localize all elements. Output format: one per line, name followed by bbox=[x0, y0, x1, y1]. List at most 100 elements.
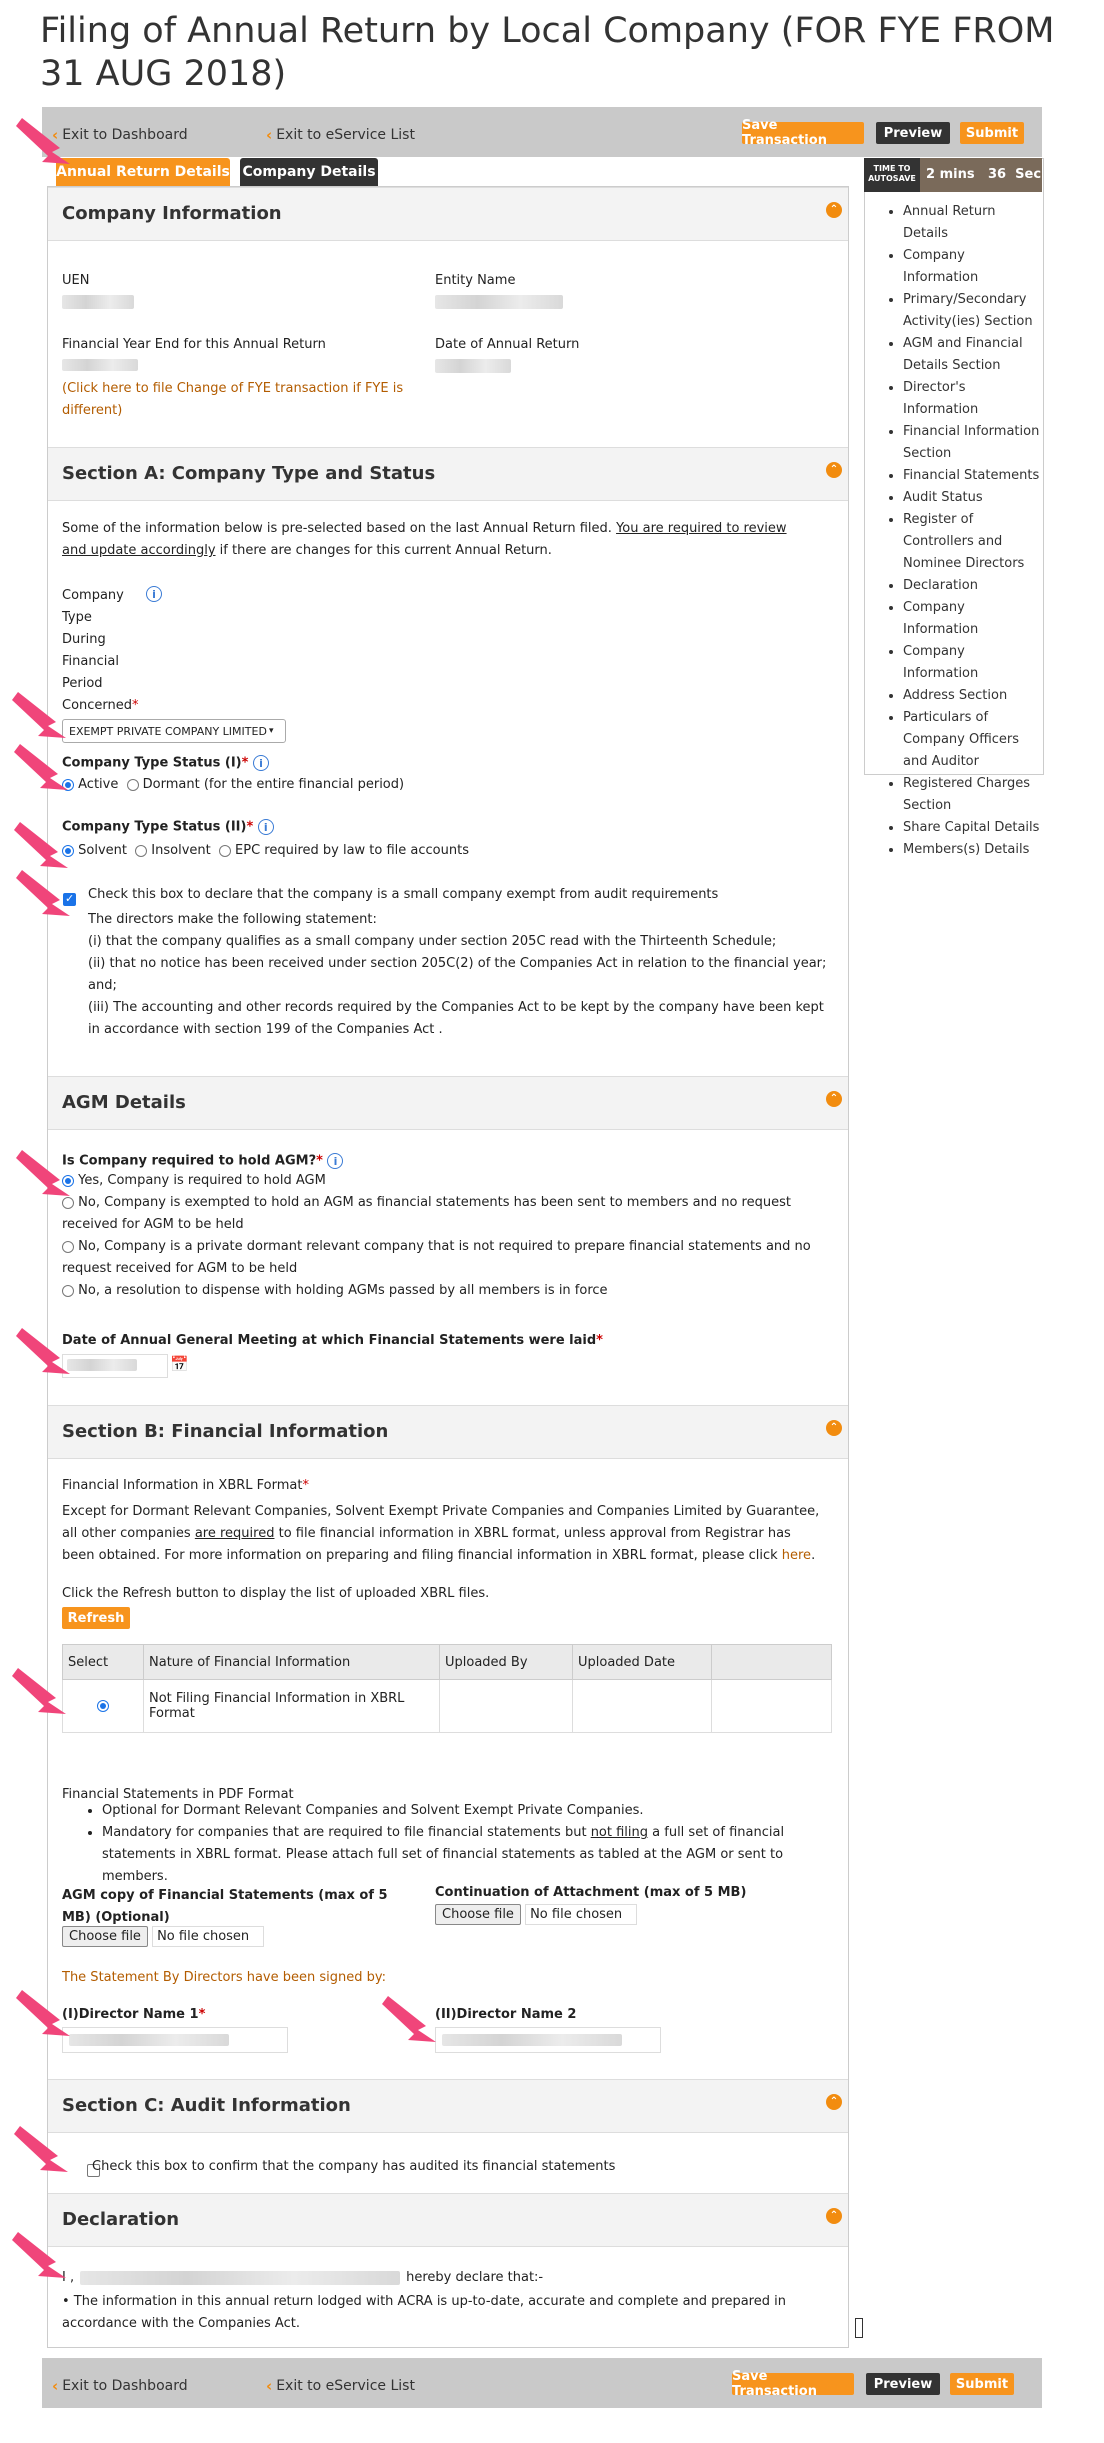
nav-item[interactable]: Share Capital Details bbox=[903, 817, 1043, 839]
collapse-icon[interactable]: ⌃ bbox=[826, 1091, 842, 1107]
xbrl-select-radio[interactable] bbox=[97, 1700, 109, 1712]
nav-item[interactable]: Annual Return Details bbox=[903, 201, 1043, 245]
company-type-label: Company Type During Financial Period Con… bbox=[62, 588, 139, 713]
fye-label: Financial Year End for this Annual Retur… bbox=[62, 337, 326, 352]
audited-check-label: Check this box to confirm that the compa… bbox=[92, 2159, 616, 2174]
bottom-toolbar: ‹ Exit to Dashboard ‹ Exit to eService L… bbox=[42, 2358, 1042, 2408]
epc-radio[interactable] bbox=[218, 844, 231, 857]
status2-label: Company Type Status (II)* i bbox=[62, 819, 274, 835]
table-header-row: Select Nature of Financial Information U… bbox=[62, 1644, 832, 1680]
agm-copy-file-input[interactable]: Choose file No file chosen bbox=[62, 1926, 265, 1947]
dormant-radio[interactable] bbox=[126, 778, 139, 791]
collapse-icon[interactable]: ⌃ bbox=[826, 2208, 842, 2224]
info-icon[interactable]: i bbox=[252, 755, 269, 771]
agm-yes-radio[interactable] bbox=[62, 1174, 74, 1187]
calendar-icon[interactable]: 📅 bbox=[170, 1355, 189, 1373]
nav-item[interactable]: Financial Information Section bbox=[903, 421, 1043, 465]
section-a-header[interactable]: Section A: Company Type and Status ⌃ bbox=[48, 447, 848, 501]
uen-label: UEN bbox=[62, 273, 90, 288]
table-row: Not Filing Financial Information in XBRL… bbox=[62, 1679, 832, 1733]
signed-by-label: The Statement By Directors have been sig… bbox=[62, 1970, 387, 1985]
autosave-mins: 2 mins bbox=[926, 167, 975, 182]
agm-options: Yes, Company is required to hold AGM No,… bbox=[62, 1173, 811, 1298]
preview-button[interactable]: Preview bbox=[866, 2373, 940, 2395]
status1-label: Company Type Status (I)* i bbox=[62, 755, 269, 771]
small-company-check-label: Check this box to declare that the compa… bbox=[88, 887, 719, 902]
uen-value bbox=[62, 295, 134, 309]
director1-input[interactable] bbox=[62, 2027, 288, 2053]
declaration-header[interactable]: Declaration ⌃ bbox=[48, 2193, 848, 2247]
xbrl-table: Select Nature of Financial Information U… bbox=[62, 1644, 832, 1733]
collapse-icon[interactable]: ⌃ bbox=[826, 1420, 842, 1436]
agm-no-resolution-radio[interactable] bbox=[62, 1284, 74, 1297]
status2-options: Solvent Insolvent EPC required by law to… bbox=[62, 843, 469, 858]
exit-to-eservice-link[interactable]: ‹ Exit to eService List bbox=[266, 2377, 415, 2395]
info-icon[interactable]: i bbox=[257, 819, 274, 835]
agm-date-input[interactable] bbox=[62, 1354, 168, 1378]
pdf-bullets: Optional for Dormant Relevant Companies … bbox=[62, 1800, 832, 1888]
section-a-intro: Some of the information below is pre-sel… bbox=[62, 521, 787, 558]
nav-item[interactable]: Particulars of Company Officers and Audi… bbox=[903, 707, 1043, 773]
date-of-return-label: Date of Annual Return bbox=[435, 337, 580, 352]
tab-annual-return-details[interactable]: Annual Return Details bbox=[56, 158, 230, 186]
nav-item[interactable]: Company Information bbox=[903, 597, 1043, 641]
solvent-radio[interactable] bbox=[62, 844, 74, 857]
agm-no-dormant-radio[interactable] bbox=[62, 1240, 74, 1253]
nav-item[interactable]: Members(s) Details bbox=[903, 839, 1043, 861]
submit-button[interactable]: Submit bbox=[950, 2373, 1014, 2395]
submit-button[interactable]: Submit bbox=[960, 122, 1024, 144]
directors-statement: The directors make the following stateme… bbox=[88, 912, 827, 1037]
page-title: Filing of Annual Return by Local Company… bbox=[40, 11, 1055, 94]
preview-button[interactable]: Preview bbox=[876, 122, 950, 144]
company-info-header[interactable]: Company Information ⌃ bbox=[48, 187, 848, 241]
nav-item[interactable]: Register of Controllers and Nominee Dire… bbox=[903, 509, 1043, 575]
agm-question: Is Company required to hold AGM?* i bbox=[62, 1153, 344, 1169]
continuation-file-input[interactable]: Choose file No file chosen bbox=[435, 1904, 638, 1925]
section-c-header[interactable]: Section C: Audit Information ⌃ bbox=[48, 2079, 848, 2133]
refresh-hint: Click the Refresh button to display the … bbox=[62, 1586, 490, 1601]
declaration-bullet: • The information in this annual return … bbox=[62, 2294, 786, 2331]
director2-label: (II)Director Name 2 bbox=[435, 2007, 577, 2022]
agm-copy-label: AGM copy of Financial Statements (max of… bbox=[62, 1888, 388, 1925]
small-company-checkbox[interactable] bbox=[63, 892, 76, 906]
nav-item[interactable]: Company Information bbox=[903, 641, 1043, 685]
declaration-line: I , hereby declare that:- bbox=[62, 2270, 544, 2285]
nav-item[interactable]: Company Information bbox=[903, 245, 1043, 289]
collapse-icon[interactable]: ⌃ bbox=[826, 202, 842, 218]
exit-to-eservice-link[interactable]: ‹ Exit to eService List bbox=[266, 126, 415, 144]
collapse-icon[interactable]: ⌃ bbox=[826, 2094, 842, 2110]
nav-item[interactable]: Primary/Secondary Activity(ies) Section bbox=[903, 289, 1043, 333]
company-type-select[interactable]: EXEMPT PRIVATE COMPANY LIMITED ▾ bbox=[62, 719, 286, 743]
nav-item[interactable]: Director's Information bbox=[903, 377, 1043, 421]
exit-to-dashboard-link[interactable]: ‹ Exit to Dashboard bbox=[52, 126, 188, 144]
entity-name-value bbox=[435, 295, 563, 309]
active-radio[interactable] bbox=[62, 778, 74, 791]
exit-to-dashboard-link[interactable]: ‹ Exit to Dashboard bbox=[52, 2377, 188, 2395]
section-navigator: Annual Return Details Company Informatio… bbox=[864, 158, 1044, 857]
autosave-secs: 36 Sec bbox=[988, 167, 1042, 182]
info-icon[interactable]: i bbox=[146, 586, 162, 602]
nav-item[interactable]: AGM and Financial Details Section bbox=[903, 333, 1043, 377]
collapse-icon[interactable]: ⌃ bbox=[826, 462, 842, 478]
fye-value bbox=[62, 359, 138, 371]
section-b-header[interactable]: Section B: Financial Information ⌃ bbox=[48, 1405, 848, 1459]
nav-item[interactable]: Registered Charges Section bbox=[903, 773, 1043, 817]
tab-company-details[interactable]: Company Details bbox=[240, 158, 378, 186]
scroll-marker bbox=[855, 2318, 863, 2338]
info-icon[interactable]: i bbox=[327, 1153, 344, 1169]
director2-input[interactable] bbox=[435, 2027, 661, 2053]
save-transaction-button[interactable]: Save Transaction bbox=[742, 118, 864, 148]
nav-item[interactable]: Declaration bbox=[903, 575, 1043, 597]
nav-item[interactable]: Financial Statements bbox=[903, 465, 1043, 487]
save-transaction-button[interactable]: Save Transaction bbox=[732, 2369, 854, 2399]
insolvent-radio[interactable] bbox=[135, 844, 148, 857]
nav-item[interactable]: Audit Status bbox=[903, 487, 1043, 509]
agm-no-exempted-radio[interactable] bbox=[62, 1196, 74, 1209]
nav-item[interactable]: Address Section bbox=[903, 685, 1043, 707]
change-fye-link[interactable]: (Click here to file Change of FYE transa… bbox=[62, 378, 422, 422]
here-link[interactable]: here bbox=[782, 1548, 811, 1563]
agm-header[interactable]: AGM Details ⌃ bbox=[48, 1076, 848, 1130]
refresh-button[interactable]: Refresh bbox=[62, 1607, 130, 1629]
entity-name-label: Entity Name bbox=[435, 273, 516, 288]
continuation-label: Continuation of Attachment (max of 5 MB) bbox=[435, 1885, 747, 1900]
